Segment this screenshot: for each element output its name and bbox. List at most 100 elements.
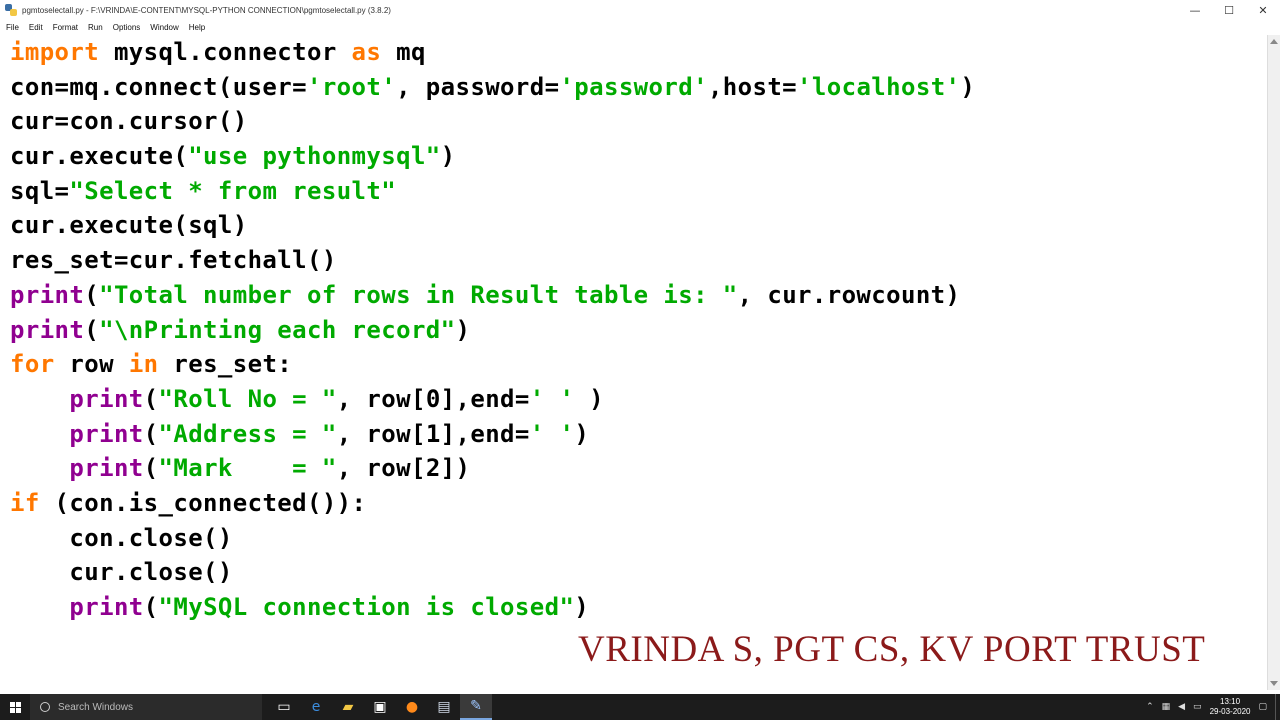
- store-icon[interactable]: ▣: [364, 694, 396, 720]
- code-token: ): [440, 142, 456, 171]
- maximize-button[interactable]: ☐: [1212, 0, 1246, 20]
- menu-help[interactable]: Help: [189, 23, 205, 32]
- file-explorer-icon[interactable]: ▰: [332, 694, 364, 720]
- code-token: ): [574, 419, 590, 448]
- code-token: print: [10, 315, 85, 344]
- edge-icon[interactable]: e: [300, 694, 332, 720]
- code-token: res_set=cur.fetchall(): [10, 246, 337, 275]
- scroll-down-arrow-icon[interactable]: [1270, 681, 1278, 686]
- scroll-up-arrow-icon[interactable]: [1270, 39, 1278, 44]
- code-token: , row[0],end=: [336, 384, 530, 413]
- code-line: print("MySQL connection is closed"): [10, 590, 975, 625]
- code-token: 'root': [306, 72, 397, 101]
- code-token: , row[2]): [336, 454, 471, 483]
- search-placeholder: Search Windows: [58, 701, 134, 713]
- python-shell-icon[interactable]: ▤: [428, 694, 460, 720]
- taskbar-search[interactable]: Search Windows: [30, 694, 262, 720]
- code-token: (: [143, 454, 159, 483]
- code-token: ' ': [529, 419, 575, 448]
- notifications-icon[interactable]: ▢: [1258, 702, 1267, 712]
- code-token: (: [84, 280, 100, 309]
- code-token: (: [143, 593, 159, 621]
- code-line: for row in res_set:: [10, 347, 975, 382]
- menu-edit[interactable]: Edit: [29, 23, 43, 32]
- code-token: import: [10, 38, 100, 66]
- code-token: (: [84, 315, 100, 344]
- code-token: row: [54, 350, 129, 379]
- windows-logo-icon: [9, 701, 21, 713]
- menu-format[interactable]: Format: [53, 23, 78, 32]
- menu-options[interactable]: Options: [113, 23, 141, 32]
- chevron-up-icon[interactable]: ⌃: [1146, 702, 1154, 712]
- author-watermark: VRINDA S, PGT CS, KV PORT TRUST: [578, 629, 1206, 670]
- code-line: con.close(): [10, 521, 975, 556]
- menu-bar: File Edit Format Run Options Window Help: [0, 20, 1280, 35]
- code-token: "Total number of rows in Result table is…: [99, 280, 738, 309]
- minimize-button[interactable]: —: [1178, 0, 1212, 20]
- code-line: print("Roll No = ", row[0],end=' ' ): [10, 382, 975, 417]
- code-line: cur.execute(sql): [10, 208, 975, 243]
- code-token: 'password': [559, 72, 708, 101]
- code-line: print("Total number of rows in Result ta…: [10, 278, 975, 313]
- code-token: "\nPrinting each record": [99, 315, 456, 344]
- code-token: "Roll No = ": [158, 384, 337, 413]
- code-token: print: [69, 419, 144, 448]
- code-token: for: [10, 350, 55, 379]
- clock-time: 13:10: [1220, 697, 1241, 706]
- code-token: con=mq.connect(user=: [10, 72, 307, 101]
- network-icon[interactable]: ▦: [1162, 702, 1171, 712]
- code-token: "Mark = ": [158, 454, 337, 483]
- clock[interactable]: 13:10 29-03-2020: [1210, 697, 1251, 717]
- code-line: cur.execute("use pythonmysql"): [10, 139, 975, 174]
- close-button[interactable]: ✕: [1246, 0, 1280, 20]
- code-line: sql="Select * from result": [10, 174, 975, 209]
- code-line: print("Mark = ", row[2]): [10, 451, 975, 486]
- taskbar: Search Windows ▭ e ▰ ▣ ● ▤ ✎ ⌃ ▦ ◀ ▭ 13:10 29-…: [0, 694, 1280, 720]
- clock-date: 29-03-2020: [1209, 707, 1251, 716]
- menu-window[interactable]: Window: [150, 23, 178, 32]
- firefox-icon[interactable]: ●: [396, 694, 428, 720]
- code-token: con.close(): [10, 523, 233, 552]
- title-bar: pgmtoselectall.py - F:\VRINDA\E-CONTENT\…: [0, 0, 1280, 21]
- vertical-scrollbar[interactable]: [1267, 35, 1280, 690]
- code-token: cur.close(): [10, 558, 233, 587]
- code-token: in: [128, 350, 159, 379]
- idle-editor-icon[interactable]: ✎: [460, 694, 492, 720]
- system-tray: ⌃ ▦ ◀ ▭ 13:10 29-03-2020 ▢: [1146, 694, 1280, 720]
- code-token: 'localhost': [797, 72, 961, 101]
- code-editor[interactable]: import mysql.connector as mq con=mq.conne…: [0, 35, 1268, 690]
- code-token: ): [960, 72, 976, 101]
- code-token: mq: [381, 38, 426, 66]
- code-token: , cur.rowcount): [737, 280, 961, 309]
- code-token: print: [10, 280, 85, 309]
- start-button[interactable]: [0, 694, 30, 720]
- window-title: pgmtoselectall.py - F:\VRINDA\E-CONTENT\…: [22, 5, 391, 15]
- code-token: ): [455, 315, 471, 344]
- code-text-area[interactable]: import mysql.connector as mq con=mq.conne…: [10, 35, 975, 625]
- code-token: (: [143, 419, 159, 448]
- code-token: , password=: [396, 72, 560, 101]
- code-line: import mysql.connector as mq: [10, 35, 975, 70]
- code-line: con=mq.connect(user='root', password='pa…: [10, 70, 975, 105]
- code-token: (: [143, 384, 159, 413]
- search-icon: [40, 702, 50, 712]
- code-token: "use pythonmysql": [188, 142, 441, 171]
- battery-icon[interactable]: ▭: [1193, 702, 1202, 712]
- show-desktop-button[interactable]: [1275, 694, 1280, 720]
- code-line: print("\nPrinting each record"): [10, 313, 975, 348]
- volume-icon[interactable]: ◀: [1178, 702, 1185, 712]
- menu-run[interactable]: Run: [88, 23, 103, 32]
- code-token: res_set:: [158, 350, 293, 379]
- code-token: "Select * from result": [69, 176, 397, 205]
- code-token: ' ': [529, 384, 575, 413]
- menu-file[interactable]: File: [6, 23, 19, 32]
- pinned-apps: ▭ e ▰ ▣ ● ▤ ✎: [268, 694, 492, 720]
- code-token: , row[1],end=: [336, 419, 530, 448]
- code-token: "MySQL connection is closed": [158, 593, 575, 621]
- code-token: print: [69, 384, 144, 413]
- task-view-icon[interactable]: ▭: [268, 694, 300, 720]
- code-token: cur=con.cursor(): [10, 107, 248, 136]
